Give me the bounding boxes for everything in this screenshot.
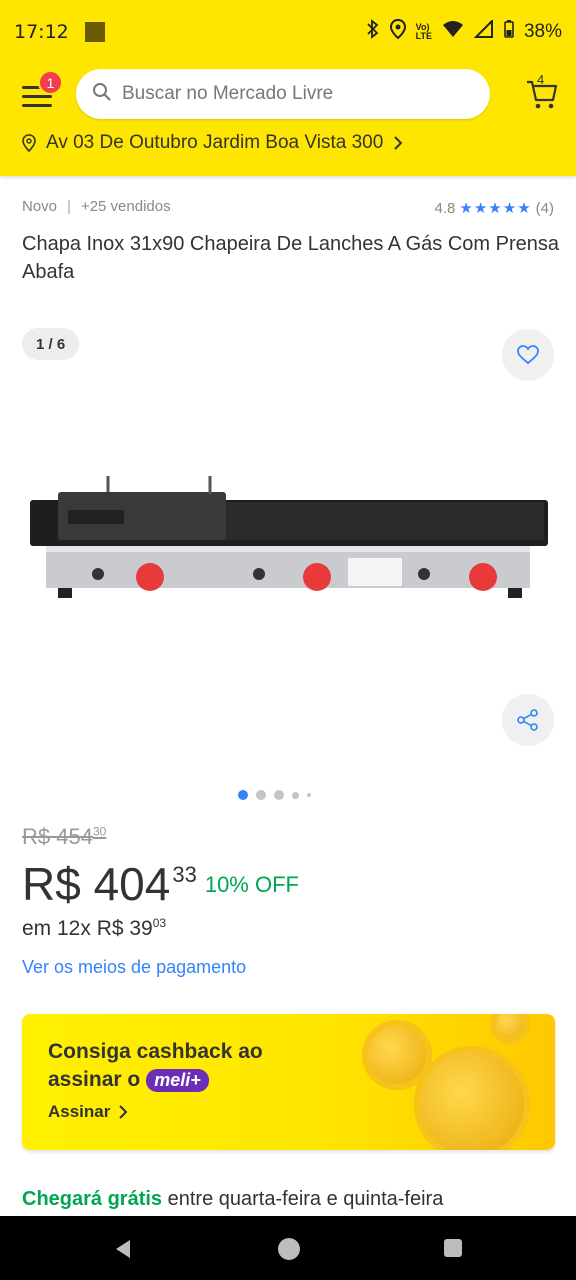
volte-icon: Vo) LTE: [415, 22, 432, 41]
carousel-dot-active: [238, 790, 248, 800]
status-icons: Vo) LTE 38%: [366, 18, 562, 45]
back-icon[interactable]: [112, 1238, 134, 1260]
star-icons: ★★★★★: [459, 200, 532, 217]
home-icon[interactable]: [277, 1237, 301, 1261]
installment-main: em 12x R$ 39: [22, 917, 153, 940]
cashback-banner[interactable]: Consiga cashback ao assinar o meli+ Assi…: [22, 1014, 555, 1150]
location-pin-icon: [22, 134, 36, 152]
heart-icon: [517, 345, 539, 365]
subscribe-label: Assinar: [48, 1102, 111, 1121]
subscribe-button[interactable]: Assinar: [48, 1102, 128, 1122]
header: 1 Buscar no Mercado Livre 4 Av 03 De Out…: [0, 64, 576, 176]
chevron-right-icon: [119, 1105, 128, 1119]
search-input[interactable]: Buscar no Mercado Livre: [76, 69, 490, 119]
location-icon: [389, 18, 406, 45]
free-shipping-label: Chegará grátis: [22, 1188, 163, 1210]
coin-image: [490, 1014, 530, 1044]
status-bar: 17:12 Vo) LTE 38%: [0, 0, 576, 64]
product-image[interactable]: [28, 470, 552, 610]
image-counter: 1 / 6: [22, 328, 80, 360]
original-price-main: R$ 454: [22, 824, 93, 849]
signal-icon: [473, 18, 494, 44]
review-count: (4): [535, 199, 554, 217]
carousel-dot: [274, 790, 284, 800]
discount-label: 10% OFF: [204, 872, 299, 897]
condition-label: Novo: [22, 198, 58, 215]
sold-count: +25 vendidos: [80, 198, 171, 215]
search-placeholder: Buscar no Mercado Livre: [122, 83, 334, 104]
share-button[interactable]: [502, 694, 554, 746]
original-price: R$ 45430: [22, 824, 106, 850]
cart-count: 4: [537, 72, 545, 87]
banner-line-1: Consiga cashback ao: [48, 1040, 263, 1063]
banner-line-2-text: assinar o: [48, 1068, 141, 1091]
search-icon: [92, 82, 112, 107]
meta-divider: |: [67, 198, 71, 215]
menu-icon-line: [22, 104, 52, 107]
carousel-dot: [256, 790, 266, 800]
notification-badge: 1: [38, 70, 63, 95]
banner-line-2: assinar o meli+: [48, 1068, 209, 1092]
favorite-button[interactable]: [502, 329, 554, 381]
product-title: Chapa Inox 31x90 Chapeira De Lanches A G…: [22, 233, 559, 283]
chevron-right-icon: [394, 136, 403, 150]
rating-value: 4.8: [434, 199, 456, 217]
price-main: R$ 404: [22, 858, 171, 910]
installments: em 12x R$ 3903: [22, 916, 166, 941]
status-time: 17:12: [14, 21, 69, 43]
carousel-dots[interactable]: [238, 790, 311, 800]
rating[interactable]: 4.8 ★★★★★ (4): [434, 199, 554, 218]
delivery-info: Chegará grátis entre quarta-feira e quin…: [22, 1188, 443, 1211]
wifi-icon: [442, 20, 464, 44]
delivery-window: entre quarta-feira e quinta-feira: [167, 1188, 444, 1210]
bluetooth-icon: [366, 19, 380, 45]
carousel-dot: [307, 793, 311, 797]
price-cents: 33: [172, 862, 197, 887]
current-price: R$ 404 33 10% OFF: [22, 856, 299, 912]
address-bar[interactable]: Av 03 De Outubro Jardim Boa Vista 300: [22, 132, 405, 154]
system-nav-bar: [0, 1216, 576, 1280]
meli-plus-logo: meli+: [146, 1068, 209, 1092]
original-price-cents: 30: [92, 824, 107, 839]
notification-icon: [84, 22, 105, 42]
coin-image: [414, 1046, 530, 1150]
carousel-dot: [292, 791, 299, 799]
address-text: Av 03 De Outubro Jardim Boa Vista 300: [46, 132, 384, 153]
product-meta: Novo | +25 vendidos: [22, 198, 171, 215]
battery-icon: [504, 20, 514, 44]
share-icon: [517, 709, 538, 731]
payment-methods-link[interactable]: Ver os meios de pagamento: [22, 957, 246, 978]
menu-icon-line: [22, 95, 52, 98]
cart-button[interactable]: 4: [526, 72, 558, 110]
recents-icon[interactable]: [443, 1238, 463, 1258]
installment-cents: 03: [152, 916, 167, 930]
battery-level: 38%: [523, 21, 562, 42]
